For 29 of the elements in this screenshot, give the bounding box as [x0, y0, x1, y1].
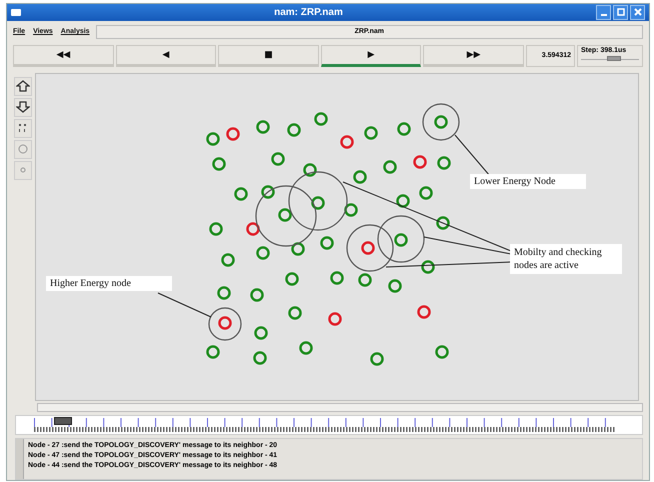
- playback-button[interactable]: ▶▶: [423, 44, 524, 67]
- annotation-label: Mobilty and checking nodes are active: [510, 244, 622, 274]
- window-icon: [11, 8, 21, 16]
- playback-button[interactable]: ▶: [320, 44, 422, 67]
- dots-icon[interactable]: [14, 118, 32, 138]
- minimize-icon[interactable]: [596, 4, 611, 20]
- leader-line: [454, 134, 490, 176]
- timeline-slider[interactable]: [15, 415, 643, 436]
- annotation-label: Lower Energy Node: [470, 174, 586, 189]
- range-circle: [208, 307, 242, 340]
- range-circle: [346, 224, 394, 272]
- leader-line: [158, 292, 212, 318]
- slider-thumb[interactable]: [54, 417, 72, 426]
- zoom-in-icon[interactable]: [14, 76, 32, 96]
- range-circle: [288, 171, 348, 230]
- playback-button[interactable]: ■: [218, 44, 319, 67]
- maximize-icon[interactable]: [613, 4, 628, 20]
- horizontal-scrollbar[interactable]: [37, 403, 643, 412]
- playback-button[interactable]: ◀◀: [13, 44, 114, 67]
- close-icon[interactable]: [630, 4, 645, 20]
- range-circle: [255, 185, 317, 246]
- zoom-out-icon[interactable]: [14, 98, 32, 117]
- range-circle: [377, 215, 425, 262]
- playback-button[interactable]: ◀: [116, 44, 216, 67]
- window-title: nam: ZRP.nam: [273, 6, 344, 18]
- range-circle: [422, 103, 460, 140]
- vertical-scrollbar[interactable]: [16, 439, 24, 479]
- annotation-label: Higher Energy node: [46, 276, 172, 291]
- slider-thumb[interactable]: [606, 56, 621, 61]
